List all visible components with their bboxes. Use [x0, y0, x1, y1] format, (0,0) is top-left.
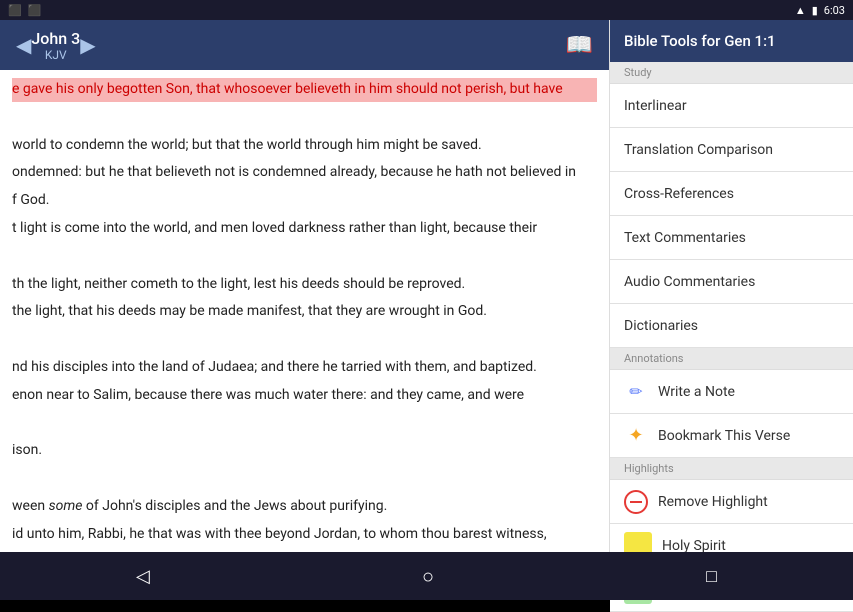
verse-16-highlighted: e gave his only begotten Son, that whoso… [12, 78, 597, 102]
annotations-section-label: Annotations [610, 348, 853, 370]
android-home-button[interactable]: ○ [422, 564, 434, 589]
app-icon-2: ⬛ [28, 4, 42, 17]
bible-version: KJV [31, 48, 80, 62]
tools-header-title: Bible Tools for Gen 1:1 [624, 32, 776, 50]
verse-18a: ondemned: but he that believeth not is c… [12, 161, 597, 185]
remove-highlight-icon [624, 490, 648, 514]
app-icon-1: ⬛ [8, 4, 22, 17]
tools-header: Bible Tools for Gen 1:1 [610, 20, 853, 62]
next-arrow-area[interactable]: ▶ [80, 33, 95, 57]
verse-18b: f God. [12, 189, 597, 213]
verse-24: ison. [12, 439, 597, 463]
verse-20: th the light, neither cometh to the ligh… [12, 273, 597, 297]
verse-17: world to condemn the world; but that the… [12, 134, 597, 158]
bible-book-icon[interactable]: 📖 [566, 33, 593, 58]
wifi-icon: ▲ [795, 4, 806, 17]
status-bar: ⬛ ⬛ ▲ ▮ 6:03 [0, 0, 853, 20]
verse-19: t light is come into the world, and men … [12, 217, 597, 241]
tool-dictionaries[interactable]: Dictionaries [610, 304, 853, 348]
verse-spacer2 [12, 245, 597, 269]
book-name: John 3 [31, 29, 80, 48]
tool-interlinear[interactable]: Interlinear [610, 84, 853, 128]
star-icon: ✦ [624, 425, 648, 446]
next-chapter-icon[interactable]: ▶ [80, 33, 95, 57]
tools-panel: Bible Tools for Gen 1:1 Study Interlinea… [609, 20, 853, 600]
verse-25: ween some of John's disciples and the Je… [12, 495, 597, 519]
tool-remove-highlight[interactable]: Remove Highlight [610, 480, 853, 524]
nav-title: John 3 KJV [31, 29, 80, 62]
android-nav-bar: ◁ ○ □ [0, 552, 853, 600]
tool-text-commentaries[interactable]: Text Commentaries [610, 216, 853, 260]
android-recent-button[interactable]: □ [706, 566, 717, 587]
pencil-icon: ✏ [624, 382, 648, 401]
verse-26: id unto him, Rabbi, he that was with the… [12, 523, 597, 547]
prev-arrow-area[interactable]: ◀ [16, 33, 31, 57]
highlights-section-label: Highlights [610, 458, 853, 480]
verse-spacer [12, 106, 597, 130]
verse-21: the light, that his deeds may be made ma… [12, 300, 597, 324]
verse-spacer3 [12, 328, 597, 352]
nav-bar: ◀ John 3 KJV ▶ 📖 [0, 20, 609, 70]
verse-spacer5 [12, 467, 597, 491]
tool-write-note[interactable]: ✏ Write a Note [610, 370, 853, 414]
bible-panel: ◀ John 3 KJV ▶ 📖 e gave his only begotte… [0, 20, 609, 600]
main-container: ◀ John 3 KJV ▶ 📖 e gave his only begotte… [0, 20, 853, 600]
tool-cross-references[interactable]: Cross-References [610, 172, 853, 216]
prev-chapter-icon[interactable]: ◀ [16, 33, 31, 57]
study-section-label: Study [610, 62, 853, 84]
tool-audio-commentaries[interactable]: Audio Commentaries [610, 260, 853, 304]
battery-icon: ▮ [812, 4, 818, 17]
tool-bookmark-verse[interactable]: ✦ Bookmark This Verse [610, 414, 853, 458]
verse-23: enon near to Salim, because there was mu… [12, 384, 597, 408]
time-display: 6:03 [824, 4, 845, 17]
verse-22: nd his disciples into the land of Judaea… [12, 356, 597, 380]
status-bar-left: ⬛ ⬛ [8, 4, 41, 17]
bible-text-area[interactable]: e gave his only begotten Son, that whoso… [0, 70, 609, 552]
verse-spacer4 [12, 412, 597, 436]
status-bar-right: ▲ ▮ 6:03 [795, 4, 845, 17]
tool-translation-comparison[interactable]: Translation Comparison [610, 128, 853, 172]
android-back-button[interactable]: ◁ [136, 566, 150, 587]
